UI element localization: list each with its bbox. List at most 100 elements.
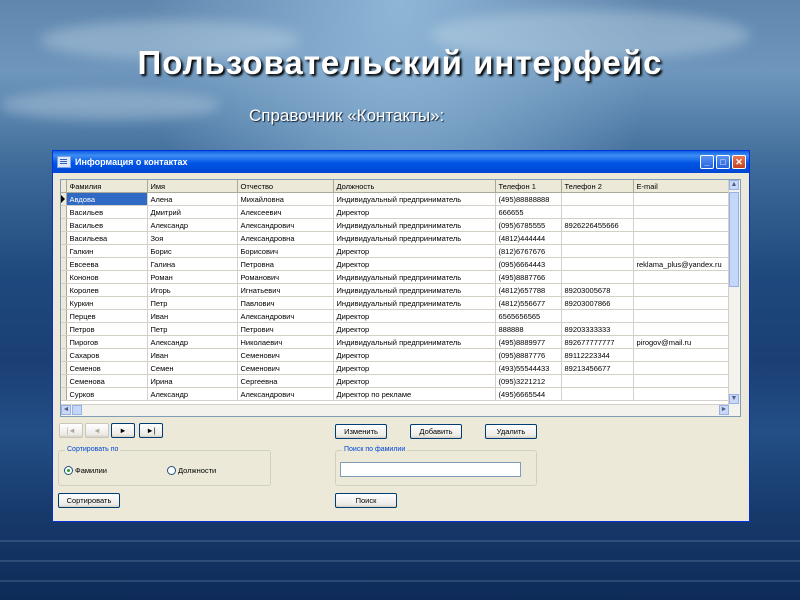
table-row[interactable]: Кононов Роман Романович Индивидуальный пред…	[61, 270, 730, 284]
row-header[interactable]	[61, 231, 67, 245]
first-record-button[interactable]: |◄	[59, 423, 83, 438]
table-cell[interactable]	[561, 309, 634, 323]
table-row[interactable]: Евсеева Галина Петровна Директор (095)666444…	[61, 257, 730, 271]
table-cell[interactable]: Ирина	[147, 374, 238, 388]
table-cell[interactable]: Директор	[333, 205, 496, 219]
table-cell[interactable]: (095)3221212	[495, 374, 562, 388]
column-header[interactable]: Телефон 1	[495, 180, 562, 193]
table-cell[interactable]: Куркин	[66, 296, 148, 310]
table-cell[interactable]: Петров	[66, 322, 148, 336]
table-cell[interactable]: Николаевич	[237, 335, 334, 349]
table-cell[interactable]: Директор	[333, 257, 496, 271]
minimize-button[interactable]: _	[700, 155, 714, 169]
table-cell[interactable]: Кононов	[66, 270, 148, 284]
row-header[interactable]	[61, 283, 67, 297]
table-row[interactable]: Васильева Зоя Александровна Индивидуальный …	[61, 231, 730, 245]
edit-button[interactable]: Изменить	[335, 424, 387, 439]
table-cell[interactable]	[561, 270, 634, 284]
table-cell[interactable]: Семен	[147, 361, 238, 375]
table-cell[interactable]: Директор	[333, 348, 496, 362]
table-cell[interactable]: Роман	[147, 270, 238, 284]
table-cell[interactable]: Зоя	[147, 231, 238, 245]
table-cell[interactable]: Королев	[66, 283, 148, 297]
table-row[interactable]: Королев Игорь Игнатьевич Индивидуальный пре…	[61, 283, 730, 297]
table-cell[interactable]: Борисович	[237, 244, 334, 258]
close-button[interactable]: ✕	[732, 155, 746, 169]
table-cell[interactable]	[561, 192, 634, 206]
table-cell[interactable]: Индивидуальный предприниматель	[333, 296, 496, 310]
table-cell[interactable]: Сурков	[66, 387, 148, 401]
table-cell[interactable]: Авдова	[66, 192, 148, 206]
row-header[interactable]	[61, 335, 67, 349]
table-cell[interactable]: (495)8889977	[495, 335, 562, 349]
vertical-scroll-thumb[interactable]	[729, 192, 739, 287]
scroll-down-icon[interactable]: ▼	[729, 394, 739, 404]
table-row[interactable]: Васильев Александр Александрович Индивидуал…	[61, 218, 730, 232]
table-cell[interactable]: (495)88888888	[495, 192, 562, 206]
table-cell[interactable]	[561, 257, 634, 271]
table-cell[interactable]: Директор	[333, 361, 496, 375]
table-cell[interactable]: Семенович	[237, 348, 334, 362]
table-cell[interactable]	[633, 244, 730, 258]
scroll-right-icon[interactable]: ►	[719, 405, 729, 415]
table-cell[interactable]: Игнатьевич	[237, 283, 334, 297]
table-cell[interactable]: 666655	[495, 205, 562, 219]
horizontal-scrollbar[interactable]: ◄ ►	[61, 404, 729, 416]
row-header[interactable]	[61, 348, 67, 362]
table-cell[interactable]: (495)6665544	[495, 387, 562, 401]
table-cell[interactable]	[633, 374, 730, 388]
table-cell[interactable]: Семенова	[66, 374, 148, 388]
search-button[interactable]: Поиск	[335, 493, 397, 508]
search-surname-input[interactable]	[340, 462, 521, 477]
row-header[interactable]	[61, 309, 67, 323]
table-cell[interactable]: 89213456677	[561, 361, 634, 375]
table-cell[interactable]: Александровна	[237, 231, 334, 245]
column-header[interactable]: Отчество	[237, 180, 334, 193]
table-cell[interactable]: reklama_plus@yandex.ru	[633, 257, 730, 271]
maximize-button[interactable]: □	[716, 155, 730, 169]
window-titlebar[interactable]: Информация о контактах _ □ ✕	[53, 151, 749, 173]
last-record-button[interactable]: ►|	[139, 423, 163, 438]
table-cell[interactable]: Борис	[147, 244, 238, 258]
sort-by-position-radio[interactable]	[167, 466, 176, 475]
table-row[interactable]: Сахаров Иван Семенович Директор (095)8887776…	[61, 348, 730, 362]
table-cell[interactable]: Васильева	[66, 231, 148, 245]
row-header[interactable]	[61, 257, 67, 271]
next-record-button[interactable]: ►	[111, 423, 135, 438]
table-cell[interactable]: (493)55544433	[495, 361, 562, 375]
horizontal-scroll-thumb[interactable]	[72, 405, 82, 415]
table-cell[interactable]: Алексеевич	[237, 205, 334, 219]
table-cell[interactable]: Евсеева	[66, 257, 148, 271]
table-row[interactable]: Пирогов Александр Николаевич Индивидуальный…	[61, 335, 730, 349]
table-cell[interactable]: Перцев	[66, 309, 148, 323]
table-cell[interactable]: Петр	[147, 322, 238, 336]
sort-by-surname-radio[interactable]	[64, 466, 73, 475]
table-cell[interactable]	[633, 231, 730, 245]
table-cell[interactable]: Павлович	[237, 296, 334, 310]
sort-by-position-label[interactable]: Должности	[178, 466, 216, 475]
table-cell[interactable]: Сахаров	[66, 348, 148, 362]
table-cell[interactable]: Александр	[147, 218, 238, 232]
row-header[interactable]	[61, 205, 67, 219]
table-cell[interactable]: (095)6785555	[495, 218, 562, 232]
scroll-up-icon[interactable]: ▲	[729, 180, 739, 190]
table-cell[interactable]: Васильев	[66, 205, 148, 219]
row-header[interactable]	[61, 192, 67, 206]
sort-button[interactable]: Сортировать	[58, 493, 120, 508]
table-cell[interactable]: Индивидуальный предприниматель	[333, 270, 496, 284]
table-cell[interactable]	[561, 244, 634, 258]
table-cell[interactable]: Александр	[147, 387, 238, 401]
row-header[interactable]	[61, 322, 67, 336]
table-cell[interactable]: (4812)556677	[495, 296, 562, 310]
column-header[interactable]: E-mail	[633, 180, 730, 193]
column-header[interactable]: Фамилия	[66, 180, 148, 193]
table-cell[interactable]: 892677777777	[561, 335, 634, 349]
table-cell[interactable]	[561, 387, 634, 401]
table-cell[interactable]	[633, 322, 730, 336]
table-cell[interactable]: (495)8887766	[495, 270, 562, 284]
table-cell[interactable]: Индивидуальный предприниматель	[333, 218, 496, 232]
table-cell[interactable]: Петрович	[237, 322, 334, 336]
table-cell[interactable]: (812)6767676	[495, 244, 562, 258]
table-cell[interactable]	[633, 218, 730, 232]
table-cell[interactable]: 6565656565	[495, 309, 562, 323]
